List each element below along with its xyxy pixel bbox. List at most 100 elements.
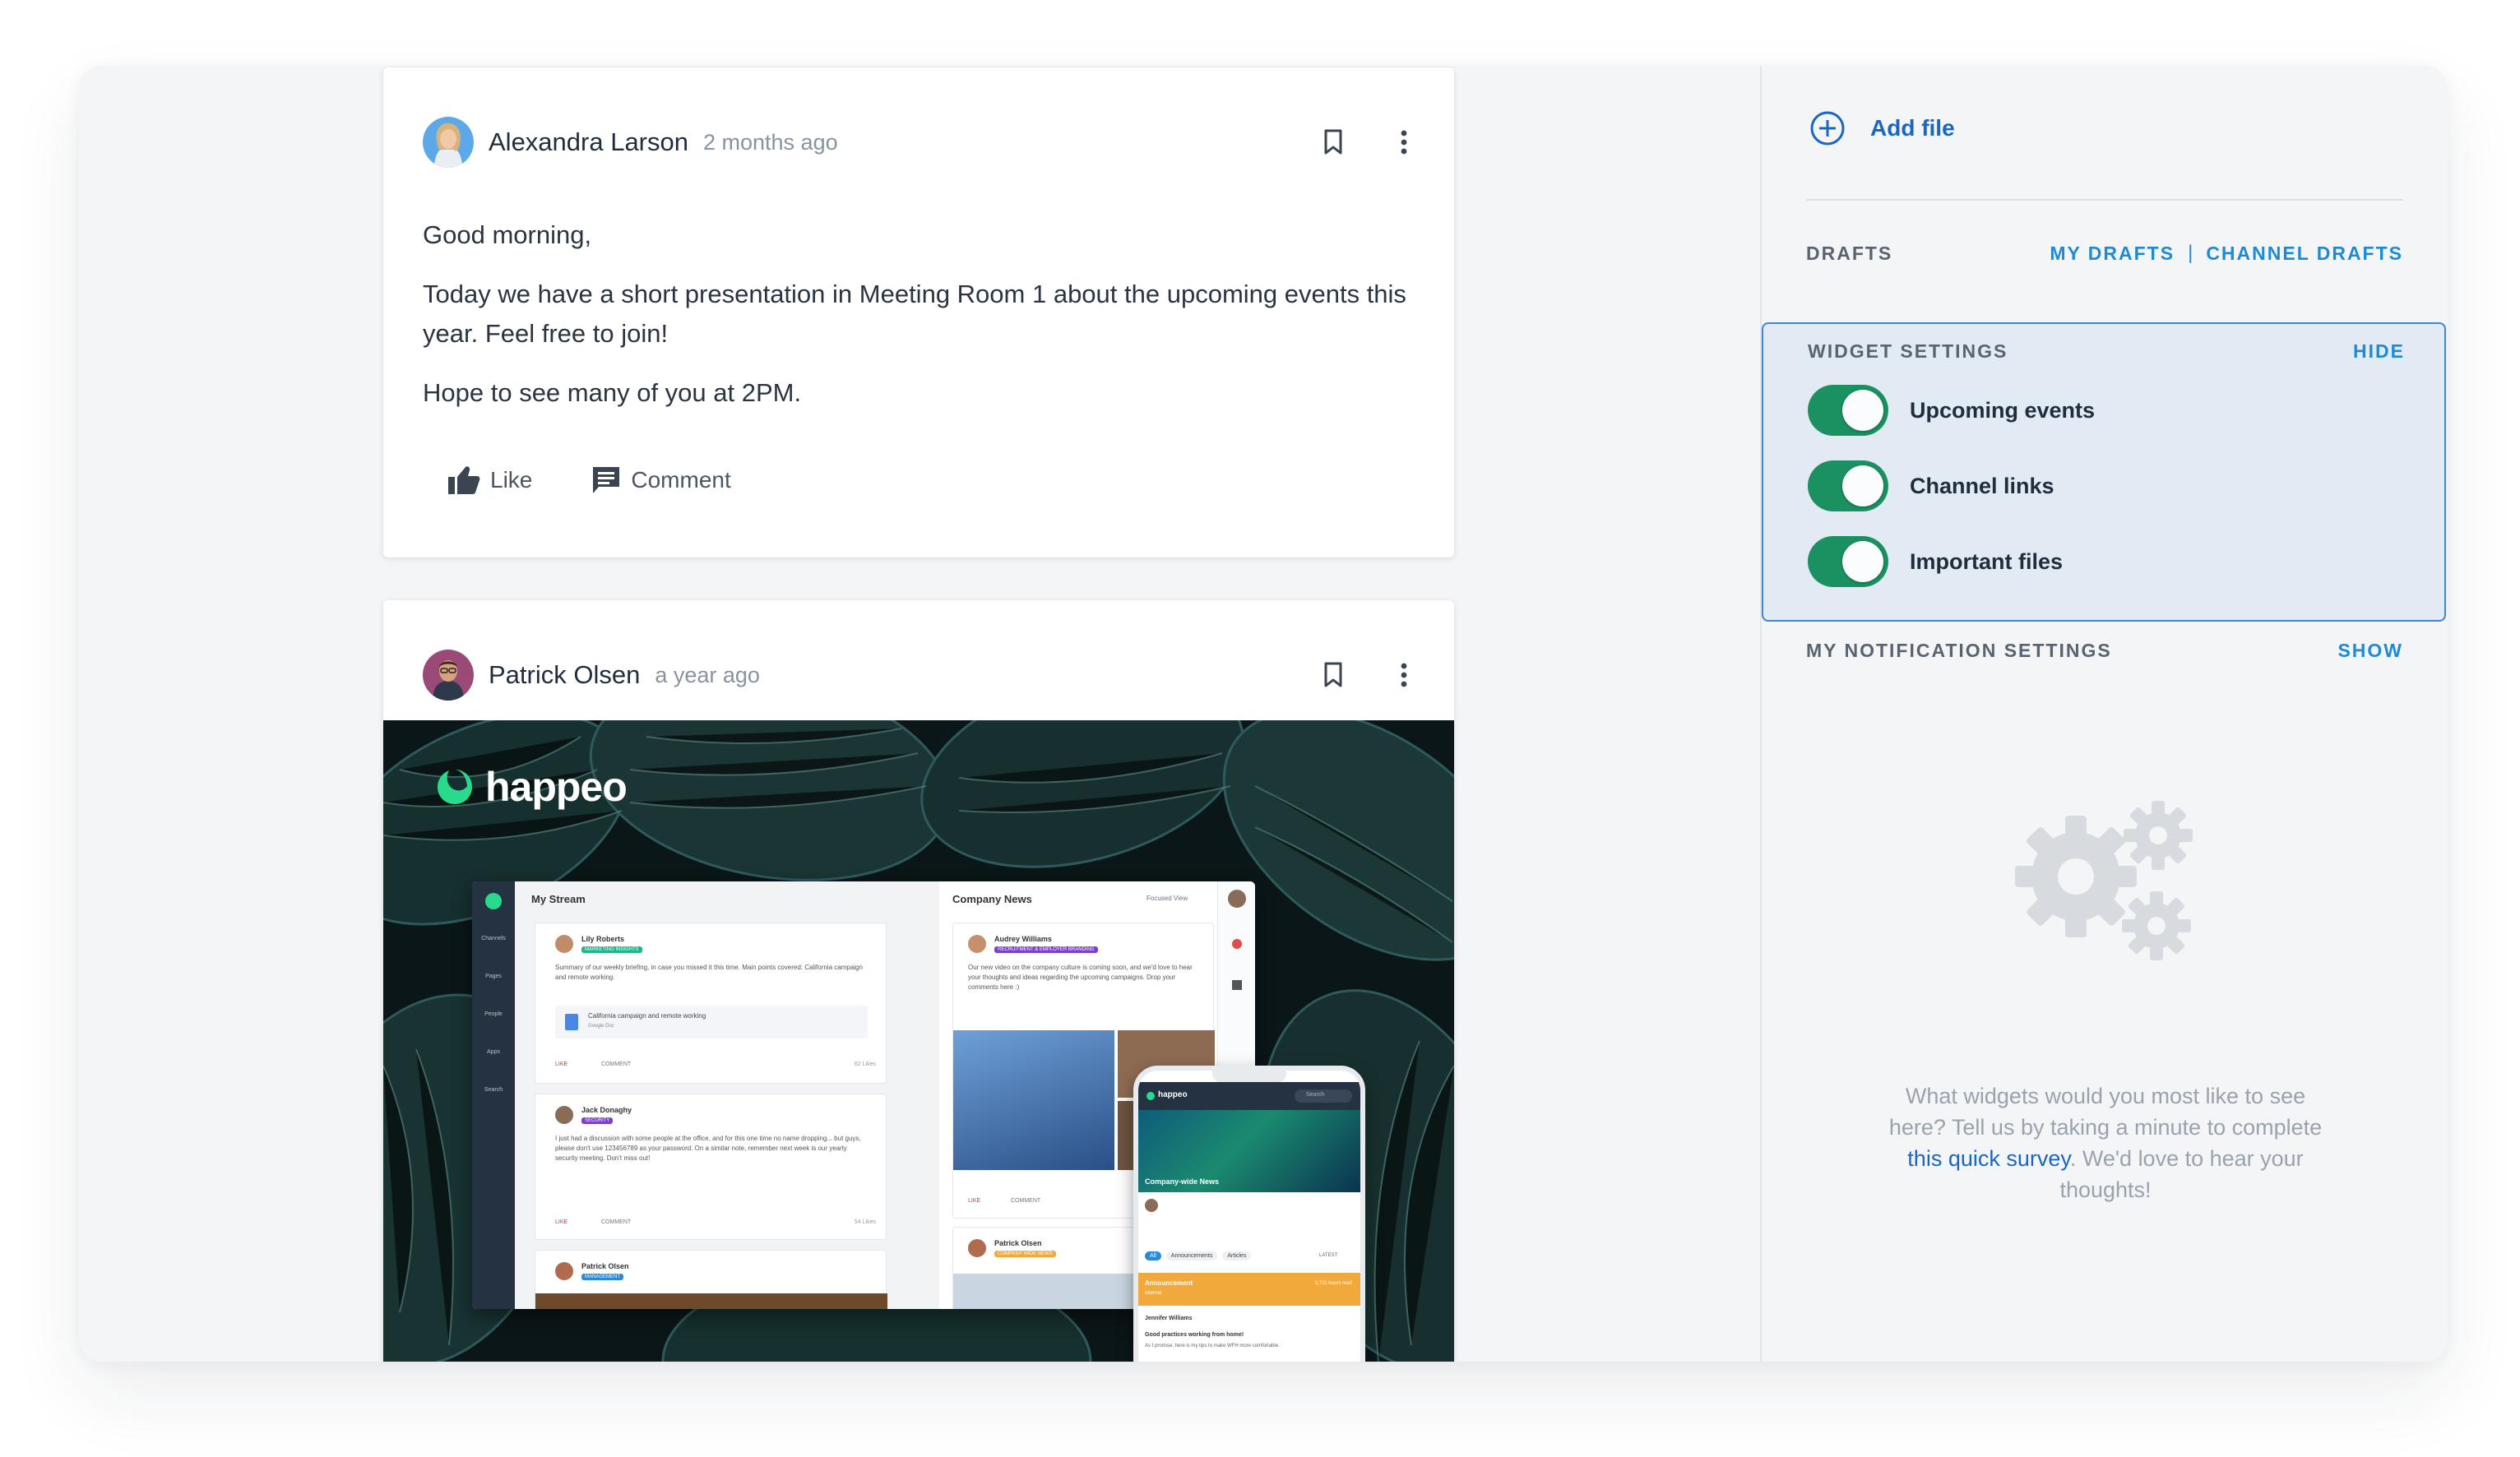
more-options-icon[interactable]	[1387, 658, 1421, 692]
mock-comment: COMMENT	[601, 1219, 632, 1225]
post-paragraph: Today we have a short presentation in Me…	[423, 280, 1406, 348]
mock-like: LIKE	[555, 1219, 568, 1225]
post-image[interactable]: happeo Channels Pages People Apps Search…	[383, 720, 1454, 1362]
toggle-knob	[1842, 465, 1883, 506]
toggle-knob	[1842, 390, 1883, 431]
post-paragraph: Good morning,	[423, 220, 592, 249]
post-header: Patrick Olsen a year ago	[423, 650, 1421, 701]
post-card: Alexandra Larson 2 months ago Good morni…	[383, 67, 1454, 557]
phone-announcement-sub: Internal	[1145, 1291, 1162, 1296]
post-body: Good morning, Today we have a short pres…	[423, 215, 1426, 432]
mock-sidebar: Channels Pages People Apps Search	[472, 881, 515, 1309]
notification-settings-title: MY NOTIFICATION SETTINGS	[1806, 640, 2112, 661]
bookmark-icon[interactable]	[1316, 658, 1350, 692]
mock-author: Patrick Olsen	[994, 1239, 1042, 1247]
bookmark-icon[interactable]	[1316, 125, 1350, 160]
post-author[interactable]: Alexandra Larson	[489, 127, 688, 157]
mock-comment: COMMENT	[601, 1062, 632, 1067]
phone-post-text: As I promise, here is my tips to make WF…	[1145, 1344, 1280, 1348]
phone-post-author: Jennifer Williams	[1145, 1316, 1193, 1321]
drafts-separator: |	[2188, 242, 2193, 264]
phone-search: Search	[1295, 1089, 1352, 1103]
post-header: Alexandra Larson 2 months ago	[423, 117, 1421, 168]
channel-drafts-link[interactable]: CHANNEL DRAFTS	[2206, 243, 2403, 265]
avatar[interactable]	[423, 650, 474, 701]
mock-author: Audrey Williams	[994, 935, 1052, 943]
empty-state-text: What widgets would you most like to see …	[1887, 1080, 2324, 1205]
more-options-icon[interactable]	[1387, 125, 1421, 160]
channel-links-toggle[interactable]	[1808, 460, 1888, 511]
empty-state-text-after: . We'd love to hear your thoughts!	[2059, 1146, 2304, 1202]
hide-widget-settings-link[interactable]: HIDE	[2353, 340, 2405, 363]
comment-button[interactable]: Comment	[591, 465, 731, 495]
mock-text: Our new video on the company culture is …	[968, 964, 1193, 991]
mock-comment: COMMENT	[1011, 1198, 1041, 1204]
mock-file: California campaign and remote working	[588, 1012, 706, 1020]
logo-text: happeo	[485, 764, 628, 810]
happeo-logo: happeo	[436, 763, 628, 811]
toggle-label: Important files	[1910, 548, 2064, 574]
post-paragraph: Hope to see many of you at 2PM.	[423, 378, 802, 407]
add-file-button[interactable]: Add file	[1809, 110, 1955, 146]
toggle-label: Channel links	[1910, 473, 2054, 498]
happeo-leaf-icon	[438, 770, 472, 804]
mock-tag: SECURITY	[581, 1117, 614, 1124]
phone-logo-text: happeo	[1158, 1090, 1188, 1099]
phone-announcement: Announcement	[1145, 1279, 1193, 1287]
mock-nav-item: Search	[484, 1087, 503, 1093]
mock-nav-item: Pages	[485, 974, 502, 979]
mock-nav-item: Apps	[487, 1049, 500, 1055]
mock-likes: 62 Likes	[854, 1062, 876, 1067]
mock-text: Summary of our weekly briefing, in case …	[555, 964, 863, 981]
app-frame: Alexandra Larson 2 months ago Good morni…	[79, 66, 2448, 1362]
phone-tab: Articles	[1222, 1251, 1252, 1260]
phone-announcement-stat: 2,721 hours read	[1314, 1281, 1352, 1286]
toggle-knob	[1842, 541, 1883, 582]
show-notification-settings-link[interactable]: SHOW	[2337, 640, 2403, 662]
toggle-row-upcoming-events: Upcoming events	[1808, 385, 2095, 436]
post-header-actions	[1316, 658, 1421, 692]
mock-post-card: Patrick Olsen MANAGEMENT	[535, 1250, 887, 1309]
mock-post-card: Lily Roberts MARKETING INSIGHTS Summary …	[535, 923, 887, 1084]
mock-text: I just had a discussion with some people…	[555, 1135, 861, 1162]
quick-survey-link[interactable]: this quick survey	[1907, 1146, 2070, 1171]
widget-settings-panel: WIDGET SETTINGS HIDE Upcoming events Cha…	[1762, 322, 2446, 622]
upcoming-events-toggle[interactable]	[1808, 385, 1888, 436]
mock-tag: MANAGEMENT	[581, 1274, 624, 1280]
phone-post-title: Good practices working from home!	[1145, 1332, 1244, 1338]
toggle-row-important-files: Important files	[1808, 536, 2063, 587]
gears-icon	[2015, 801, 2193, 960]
mock-nav-item: Channels	[481, 936, 506, 941]
thumbs-up-icon	[448, 466, 480, 494]
mock-tag: RECRUITMENT & EMPLOYER BRANDING	[994, 946, 1098, 953]
toggle-label: Upcoming events	[1910, 397, 2096, 423]
drafts-links: MY DRAFTS | CHANNEL DRAFTS	[2050, 242, 2403, 265]
widget-settings-title: WIDGET SETTINGS	[1808, 340, 2008, 362]
mock-tag: MARKETING INSIGHTS	[581, 946, 642, 953]
mock-tag: COMPANY WIDE NEWS	[994, 1251, 1056, 1257]
add-circle-icon	[1810, 111, 1845, 146]
toggle-row-channel-links: Channel links	[1808, 460, 2054, 511]
avatar[interactable]	[423, 117, 474, 168]
mock-author: Lily Roberts	[581, 935, 625, 943]
my-drafts-link[interactable]: MY DRAFTS	[2050, 243, 2175, 265]
phone-banner-title: Company-wide News	[1145, 1177, 1220, 1186]
mock-nav-item: People	[484, 1011, 503, 1017]
post-header-actions	[1316, 125, 1421, 160]
like-button[interactable]: Like	[447, 465, 532, 495]
mock-author: Jack Donaghy	[581, 1106, 632, 1114]
phone-mockup: happeo Search Company-wide News All Anno…	[1133, 1066, 1365, 1362]
mock-news-title: Company News	[952, 893, 1032, 905]
mock-focused-view: Focused View	[1147, 895, 1188, 902]
mock-stream-title: My Stream	[531, 893, 586, 905]
notification-settings-row: MY NOTIFICATION SETTINGS SHOW	[1806, 640, 2403, 662]
phone-tab: All	[1145, 1251, 1161, 1260]
mock-logo-icon	[485, 893, 502, 909]
post-author[interactable]: Patrick Olsen	[489, 660, 640, 690]
comment-label: Comment	[631, 467, 731, 493]
mock-like: LIKE	[968, 1198, 981, 1204]
drafts-row: DRAFTS MY DRAFTS | CHANNEL DRAFTS	[1806, 242, 2403, 265]
empty-state-text-before: What widgets would you most like to see …	[1888, 1084, 2323, 1140]
important-files-toggle[interactable]	[1808, 536, 1888, 587]
mock-file-source: Google Doc	[588, 1024, 614, 1029]
